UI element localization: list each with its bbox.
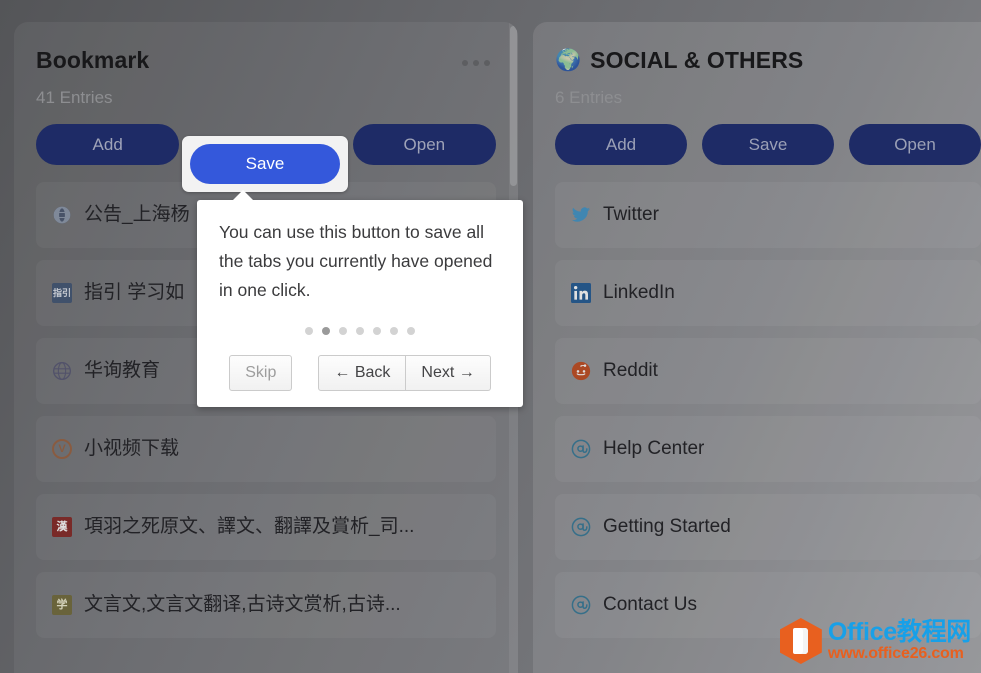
- open-button[interactable]: Open: [352, 124, 496, 165]
- at-circle-icon: [571, 439, 591, 459]
- right-panel-actions: Add Save Open: [555, 124, 981, 165]
- list-item-label: 华询教育: [84, 360, 161, 381]
- left-entries-count: 41 Entries: [36, 88, 113, 107]
- list-item[interactable]: 学文言文,文言文翻译,古诗文赏析,古诗...: [36, 572, 496, 638]
- list-item-label: 文言文,文言文翻译,古诗文赏析,古诗...: [84, 594, 401, 615]
- list-item[interactable]: Contact Us: [555, 572, 981, 638]
- reddit-icon: [571, 361, 591, 381]
- list-item-label: 公告_上海杨: [84, 204, 190, 225]
- linkedin-icon: [571, 283, 591, 303]
- open-button-social[interactable]: Open: [849, 124, 981, 165]
- dot: [473, 60, 479, 66]
- tour-step-indicator: [219, 327, 501, 335]
- list-item-label: Reddit: [603, 360, 658, 381]
- overflow-menu-icon[interactable]: [448, 50, 496, 70]
- tour-step-dot[interactable]: [373, 327, 381, 335]
- list-item-label: 指引 学习如: [84, 282, 185, 303]
- page-title: Bookmark: [36, 47, 150, 73]
- dot: [484, 60, 490, 66]
- tooltip-text: You can use this button to save all the …: [219, 222, 493, 300]
- right-entries-count: 6 Entries: [555, 88, 623, 107]
- list-item-label: Twitter: [603, 204, 659, 225]
- v-circle-icon: V: [52, 439, 72, 459]
- list-item[interactable]: Help Center: [555, 416, 981, 482]
- list-item-label: Contact Us: [603, 594, 697, 615]
- list-item-label: Help Center: [603, 438, 705, 459]
- list-item[interactable]: 漢項羽之死原文、譯文、翻譯及賞析_司...: [36, 494, 496, 560]
- list-item-label: 小视频下载: [84, 438, 180, 459]
- social-others-panel: 🌍 SOCIAL & OTHERS 6 Entries Add Save Ope…: [533, 22, 981, 673]
- tooltip-arrow: [232, 190, 254, 201]
- social-panel-title: SOCIAL & OTHERS: [590, 47, 804, 73]
- back-button[interactable]: ← Back: [318, 355, 407, 391]
- next-button[interactable]: Next →: [406, 355, 491, 391]
- list-item[interactable]: Reddit: [555, 338, 981, 404]
- left-scrollbar-thumb[interactable]: [510, 26, 517, 186]
- left-panel-header: Bookmark: [36, 22, 496, 74]
- globe-blue-icon: [52, 205, 72, 225]
- right-panel-header: 🌍 SOCIAL & OTHERS: [555, 22, 981, 74]
- tour-step-dot[interactable]: [305, 327, 313, 335]
- han-badge-icon: 漢: [52, 517, 72, 537]
- at-circle-icon: [571, 517, 591, 537]
- globe-icon: 🌍: [555, 48, 582, 72]
- list-item[interactable]: V 小视频下载: [36, 416, 496, 482]
- tour-tooltip: You can use this button to save all the …: [197, 190, 523, 407]
- tour-step-dot[interactable]: [339, 327, 347, 335]
- tour-spotlight: Save: [182, 136, 348, 192]
- tour-step-dot[interactable]: [407, 327, 415, 335]
- list-item[interactable]: LinkedIn: [555, 260, 981, 326]
- at-circle-icon: [571, 595, 591, 615]
- list-item-label: LinkedIn: [603, 282, 675, 303]
- social-list: Twitter LinkedIn Reddit Help Center Getting …: [555, 182, 981, 638]
- add-button[interactable]: Add: [36, 124, 180, 165]
- app-root: Bookmark 41 Entries Add Save Open 公告_上海杨…: [0, 0, 981, 673]
- add-button-social[interactable]: Add: [555, 124, 687, 165]
- guide-badge-icon: 指引: [52, 283, 72, 303]
- save-button-social[interactable]: Save: [702, 124, 834, 165]
- save-button[interactable]: Save: [190, 144, 340, 184]
- tour-step-dot[interactable]: [390, 327, 398, 335]
- list-item-label: Getting Started: [603, 516, 731, 537]
- list-item[interactable]: Twitter: [555, 182, 981, 248]
- globe-purple-icon: [52, 361, 72, 381]
- tour-step-dot[interactable]: [356, 327, 364, 335]
- list-item-label: 項羽之死原文、譯文、翻譯及賞析_司...: [84, 516, 415, 537]
- list-item[interactable]: Getting Started: [555, 494, 981, 560]
- skip-button[interactable]: Skip: [229, 355, 293, 391]
- twitter-icon: [571, 205, 591, 225]
- xue-badge-icon: 学: [52, 595, 72, 615]
- dot: [462, 60, 468, 66]
- tour-step-dot[interactable]: [322, 327, 330, 335]
- tour-controls: Skip ← Back Next →: [219, 355, 501, 391]
